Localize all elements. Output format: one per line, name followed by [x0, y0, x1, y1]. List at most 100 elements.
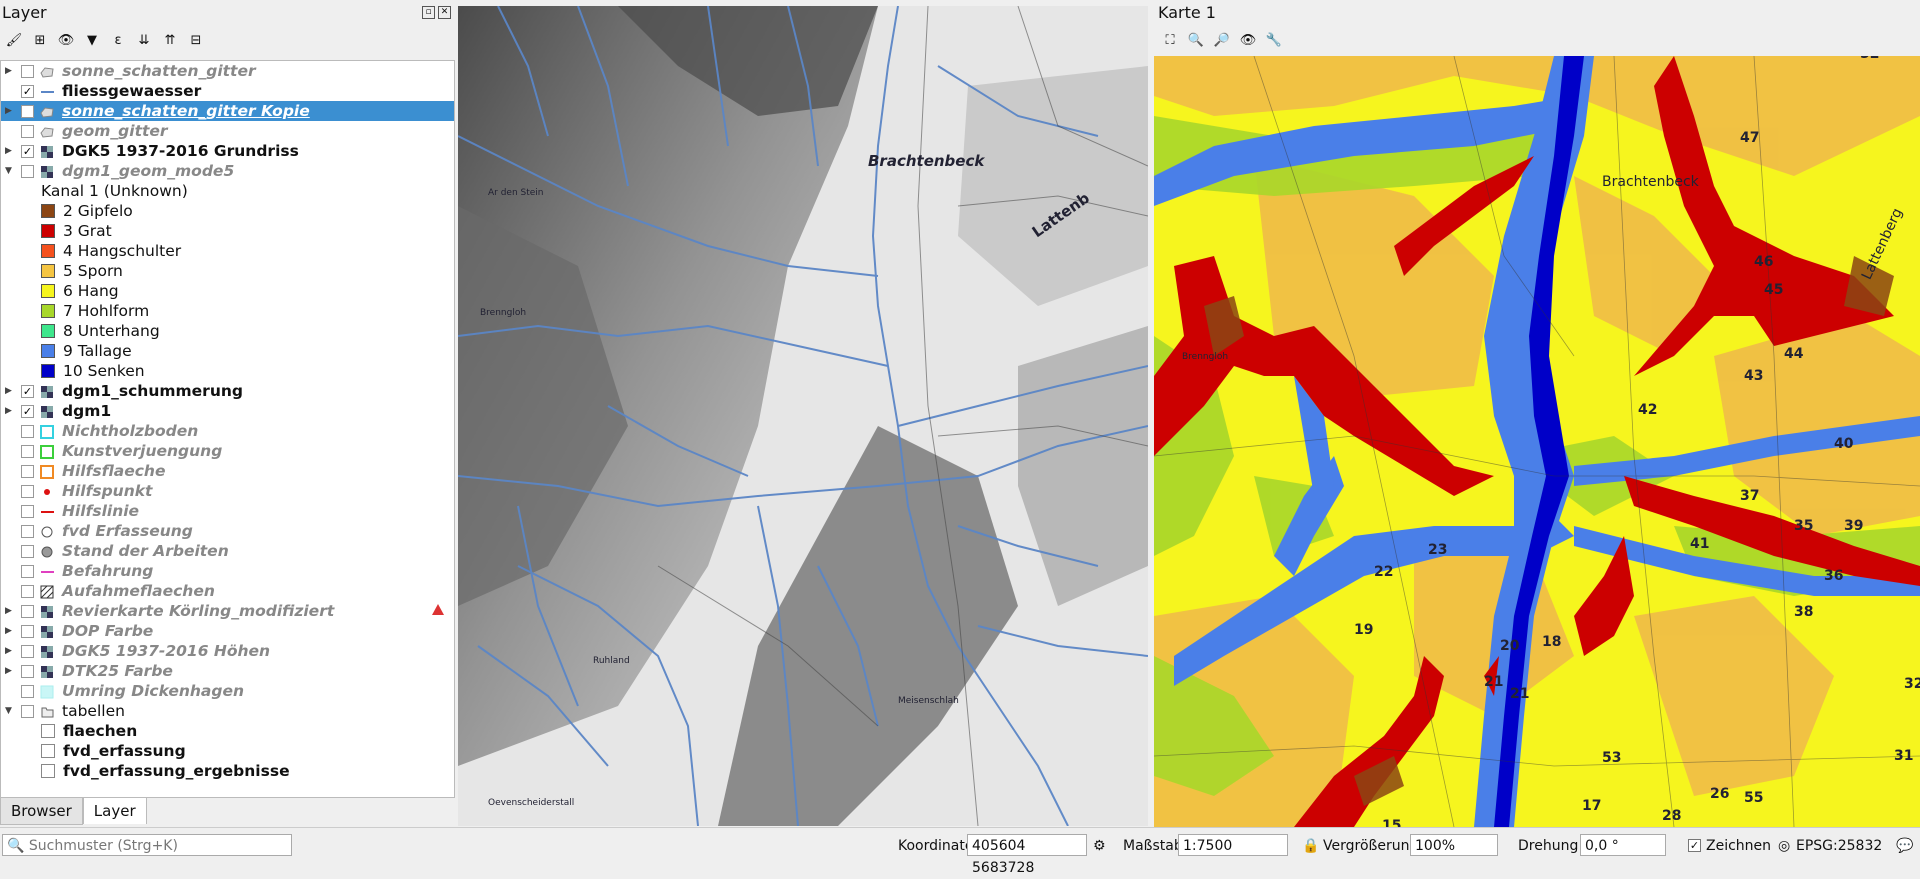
layer-row[interactable]: Hilfslinie	[1, 501, 454, 521]
table-layer-row[interactable]: fvd_erfassung_ergebnisse	[1, 761, 454, 781]
layer-visibility-checkbox[interactable]	[21, 525, 34, 538]
expand-toggle-icon[interactable]: ▶	[5, 141, 15, 161]
expand-toggle-icon[interactable]: ▶	[5, 61, 15, 81]
layer-row[interactable]: ▶ Revierkarte Körling_modifiziert	[1, 601, 454, 621]
layer-row[interactable]: ▼ dgm1_geom_mode5	[1, 161, 454, 181]
panel-tabs: Browser Layer	[0, 797, 147, 825]
filter-icon[interactable]: ▼	[82, 30, 102, 50]
filter-expression-icon[interactable]: ε	[108, 30, 128, 50]
zoom-full-icon[interactable]: ⛶	[1160, 30, 1180, 50]
layer-visibility-checkbox[interactable]	[21, 605, 34, 618]
expand-toggle-icon[interactable]: ▶	[5, 641, 15, 661]
layer-row[interactable]: Hilfspunkt	[1, 481, 454, 501]
messages-icon[interactable]: 💬	[1896, 835, 1913, 857]
layer-row[interactable]: geom_gitter	[1, 121, 454, 141]
layer-panel: Layer ▫ ✕ 🖌 ⊞ 👁 ▼ ε ⇊ ⇈ ⊟ ▶ sonne_schatten…	[0, 0, 455, 825]
layer-row[interactable]: ▶ ✓ DGK5 1937-2016 Grundriss	[1, 141, 454, 161]
locator-search-input[interactable]: 🔍 Suchmuster (Strg+K)	[2, 834, 292, 856]
layer-row[interactable]: Stand der Arbeiten	[1, 541, 454, 561]
expand-toggle-icon[interactable]: ▶	[5, 401, 15, 421]
scale-combobox[interactable]: 1:7500	[1178, 834, 1288, 856]
layer-visibility-checkbox[interactable]	[21, 445, 34, 458]
layer-visibility-checkbox[interactable]	[21, 585, 34, 598]
remove-layer-icon[interactable]: ⊟	[186, 30, 206, 50]
expand-toggle-icon[interactable]: ▼	[5, 701, 15, 721]
tab-layer[interactable]: Layer	[82, 797, 147, 824]
layer-visibility-checkbox[interactable]: ✓	[21, 385, 34, 398]
layer-name: Nichtholzboden	[62, 422, 199, 440]
layer-visibility-checkbox[interactable]	[21, 685, 34, 698]
layer-visibility-checkbox[interactable]: ✓	[21, 85, 34, 98]
layer-visibility-checkbox[interactable]: ✓	[21, 405, 34, 418]
karte1-canvas[interactable]: Brachtenbeck Lattenberg Brenngloh 524746…	[1154, 56, 1920, 827]
zoom-in-icon[interactable]: 🔍	[1186, 30, 1206, 50]
view-theme-icon[interactable]: 👁	[1238, 30, 1258, 50]
layer-visibility-checkbox[interactable]	[21, 105, 34, 118]
layer-row[interactable]: ✓ fliessgewaesser	[1, 81, 454, 101]
layer-visibility-checkbox[interactable]	[21, 485, 34, 498]
expand-toggle-icon[interactable]: ▶	[5, 661, 15, 681]
layer-row[interactable]: ▶ ✓ dgm1	[1, 401, 454, 421]
close-panel-icon[interactable]: ✕	[438, 6, 451, 19]
layer-visibility-checkbox[interactable]	[21, 125, 34, 138]
layer-visibility-checkbox[interactable]	[21, 545, 34, 558]
crs-globe-icon[interactable]: ◎	[1778, 835, 1790, 857]
layer-row[interactable]: Nichtholzboden	[1, 421, 454, 441]
layer-row[interactable]: Hilfsflaeche	[1, 461, 454, 481]
expand-toggle-icon[interactable]: ▶	[5, 101, 15, 121]
rotation-field[interactable]: 0,0 °	[1580, 834, 1666, 856]
layer-visibility-checkbox[interactable]	[21, 505, 34, 518]
expand-toggle-icon[interactable]: ▼	[5, 161, 15, 181]
layer-visibility-checkbox[interactable]	[21, 425, 34, 438]
layer-visibility-checkbox[interactable]	[21, 645, 34, 658]
layer-row[interactable]: fvd Erfasseung	[1, 521, 454, 541]
karte1-title-text: Karte 1	[1158, 3, 1216, 22]
warning-icon[interactable]	[432, 604, 444, 615]
scale-label: Maßstab	[1123, 838, 1183, 854]
visibility-eye-icon[interactable]: 👁	[56, 30, 76, 50]
layer-visibility-checkbox[interactable]	[21, 165, 34, 178]
layer-visibility-checkbox[interactable]	[21, 705, 34, 718]
table-layer-row[interactable]: flaechen	[1, 721, 454, 741]
layer-row[interactable]: ▶ ✓ dgm1_schummerung	[1, 381, 454, 401]
layer-visibility-checkbox[interactable]	[21, 465, 34, 478]
layer-row[interactable]: Umring Dickenhagen	[1, 681, 454, 701]
layer-visibility-checkbox[interactable]	[21, 665, 34, 678]
layer-tree[interactable]: ▶ sonne_schatten_gitter ✓ fliessgewaesser ▶ s…	[0, 60, 455, 798]
render-checkbox[interactable]: ✓	[1688, 839, 1701, 852]
layer-row[interactable]: ▶ sonne_schatten_gitter Kopie	[1, 101, 454, 121]
layer-row[interactable]: ▼ tabellen	[1, 701, 454, 721]
main-map-canvas[interactable]: Brachtenbeck Lattenb Ar den Stein Brenng…	[458, 6, 1148, 826]
zoom-out-icon[interactable]: 🔎	[1212, 30, 1232, 50]
layer-row[interactable]: Befahrung	[1, 561, 454, 581]
expand-all-icon[interactable]: ⇊	[134, 30, 154, 50]
crs-button[interactable]: EPSG:25832	[1796, 835, 1882, 857]
layer-visibility-checkbox[interactable]	[21, 565, 34, 578]
layer-row[interactable]: ▶ DOP Farbe	[1, 621, 454, 641]
layer-visibility-checkbox[interactable]	[21, 625, 34, 638]
coordinate-toggle-icon[interactable]: ⚙	[1093, 835, 1106, 857]
layer-row[interactable]: ▶ DTK25 Farbe	[1, 661, 454, 681]
settings-wrench-icon[interactable]: 🔧	[1264, 30, 1284, 50]
layer-row[interactable]: ▶ sonne_schatten_gitter	[1, 61, 454, 81]
coordinate-field[interactable]: 405604 5683728	[967, 834, 1087, 876]
layer-row[interactable]: Kunstverjuengung	[1, 441, 454, 461]
style-brush-icon[interactable]: 🖌	[4, 30, 24, 50]
float-panel-icon[interactable]: ▫	[422, 6, 435, 19]
layer-row[interactable]: Aufahmeflaechen	[1, 581, 454, 601]
expand-toggle-icon[interactable]: ▶	[5, 621, 15, 641]
stand-number: 23	[1428, 542, 1448, 558]
stand-number: 39	[1844, 518, 1864, 534]
collapse-all-icon[interactable]: ⇈	[160, 30, 180, 50]
add-group-icon[interactable]: ⊞	[30, 30, 50, 50]
magnifier-field[interactable]: 100%	[1410, 834, 1498, 856]
stand-number: 21	[1484, 674, 1504, 690]
layer-visibility-checkbox[interactable]	[21, 65, 34, 78]
tab-browser[interactable]: Browser	[0, 797, 83, 825]
table-layer-row[interactable]: fvd_erfassung	[1, 741, 454, 761]
expand-toggle-icon[interactable]: ▶	[5, 381, 15, 401]
expand-toggle-icon[interactable]: ▶	[5, 601, 15, 621]
lock-scale-icon[interactable]: 🔒	[1302, 835, 1319, 857]
layer-row[interactable]: ▶ DGK5 1937-2016 Höhen	[1, 641, 454, 661]
layer-visibility-checkbox[interactable]: ✓	[21, 145, 34, 158]
